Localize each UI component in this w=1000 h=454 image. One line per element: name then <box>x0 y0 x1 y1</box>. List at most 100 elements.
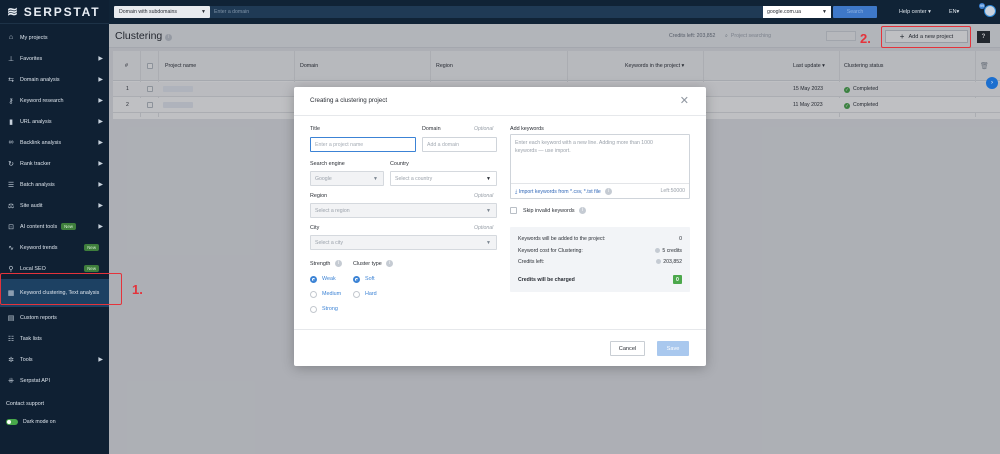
cancel-button[interactable]: Cancel <box>610 341 645 356</box>
search-engine-select[interactable]: Google ▼ <box>310 171 384 186</box>
charge-badge: 0 <box>673 275 682 284</box>
new-badge: New <box>84 244 99 251</box>
cluster-hard-radio[interactable] <box>353 291 360 298</box>
domain-icon: ⇆ <box>8 76 14 84</box>
save-button[interactable]: Save <box>657 341 689 356</box>
strength-weak-label[interactable]: Weak <box>322 276 336 282</box>
chevron-right-icon: ▶ <box>98 224 103 230</box>
strength-medium-radio[interactable] <box>310 291 317 298</box>
ai-icon: ⊡ <box>8 223 14 231</box>
city-select[interactable]: Select a city ▼ <box>310 235 497 250</box>
strength-label: Strength i <box>310 260 342 267</box>
info-icon[interactable]: i <box>386 260 394 267</box>
create-clustering-project-modal: Creating a clustering project ✕ Title Do… <box>294 87 706 366</box>
sidebar-item-backlink-analysis[interactable]: ∞ Backlink analysis ▶ <box>0 132 109 153</box>
stack-icon: ☰ <box>7 181 15 189</box>
info-icon[interactable]: i <box>579 207 587 214</box>
sidebar-item-ai-content-tools[interactable]: ⊡ AI content tools New ▶ <box>0 216 109 237</box>
country-label: Country <box>390 161 409 167</box>
skip-invalid-checkbox[interactable] <box>510 207 517 214</box>
sidebar-item-label: Local SEO <box>20 265 46 272</box>
strength-strong-radio[interactable] <box>310 306 317 313</box>
upload-icon: ⤓ <box>515 189 518 195</box>
chevron-right-icon: ▶ <box>98 140 103 146</box>
summary-keywords-added: Keywords will be added to the project: 0 <box>518 236 682 242</box>
scroll-arrow-icon[interactable]: › <box>986 77 998 89</box>
sidebar-nav: ⌂ My projects ⊥ Favorites ▶ ⇆ Domain ana… <box>0 24 109 391</box>
notification-badge: 99 <box>979 3 985 9</box>
info-icon[interactable]: i <box>334 260 342 267</box>
region-select[interactable]: Select a region ▼ <box>310 203 497 218</box>
serpstat-logo[interactable]: ≋ SERPSTAT <box>0 0 109 24</box>
city-placeholder: Select a city <box>315 239 343 246</box>
sidebar-item-label: Tools <box>20 356 33 363</box>
domain-mode-select[interactable]: Domain with subdomains ▼ <box>114 6 210 18</box>
cluster-hard-label[interactable]: Hard <box>365 291 377 297</box>
caret-down-icon: ▼ <box>486 239 491 246</box>
tracker-icon: ↻ <box>8 160 14 168</box>
sidebar-item-url-analysis[interactable]: ▮ URL analysis ▶ <box>0 111 109 132</box>
sidebar-item-favorites[interactable]: ⊥ Favorites ▶ <box>0 48 109 69</box>
language-select[interactable]: EN▾ <box>949 9 959 15</box>
project-domain-input[interactable] <box>422 137 497 152</box>
sidebar-item-label: Domain analysis <box>20 76 60 83</box>
dark-mode-toggle[interactable]: Dark mode on <box>6 419 56 425</box>
audit-icon: ⚖ <box>7 202 15 210</box>
optional-hint: Optional <box>474 193 494 199</box>
help-center-menu[interactable]: Help center ▾ <box>899 9 931 15</box>
sidebar-item-rank-tracker[interactable]: ↻ Rank tracker ▶ <box>0 153 109 174</box>
sidebar-item-label: URL analysis <box>20 118 52 125</box>
skip-invalid-label[interactable]: Skip invalid keywords i <box>523 207 587 214</box>
sidebar-item-my-projects[interactable]: ⌂ My projects <box>0 27 109 48</box>
contact-support-link[interactable]: Contact support <box>6 401 44 407</box>
strength-medium-label[interactable]: Medium <box>322 291 341 297</box>
search-engine-value: Google <box>315 175 332 182</box>
sidebar-item-task-lists[interactable]: ☷ Task lists <box>0 328 109 349</box>
sidebar-item-keyword-research[interactable]: ⚷ Keyword research ▶ <box>0 90 109 111</box>
strength-weak-radio[interactable] <box>310 276 317 283</box>
credit-icon <box>656 259 662 264</box>
trend-icon: ∿ <box>8 244 14 252</box>
search-button[interactable]: Search <box>833 6 877 18</box>
caret-down-icon: ▼ <box>201 9 206 15</box>
sidebar-item-batch-analysis[interactable]: ☰ Batch analysis ▶ <box>0 174 109 195</box>
strength-strong-label[interactable]: Strong <box>322 306 338 312</box>
cluster-soft-radio[interactable] <box>353 276 360 283</box>
summary-will-be-charged: Credits will be charged 0 <box>518 275 682 284</box>
sidebar-item-label: Batch analysis <box>20 181 55 188</box>
sidebar-item-domain-analysis[interactable]: ⇆ Domain analysis ▶ <box>0 69 109 90</box>
search-region-select[interactable]: google.com.ua ▼ <box>763 6 831 18</box>
caret-down-icon: ▼ <box>373 175 378 182</box>
sidebar-item-keyword-trends[interactable]: ∿ Keyword trends New <box>0 237 109 258</box>
region-value: google.com.ua <box>767 9 802 15</box>
project-title-input[interactable] <box>310 137 416 152</box>
domain-mode-value: Domain with subdomains <box>119 9 177 15</box>
sidebar-item-serpstat-api[interactable]: ⁜ Serpstat API <box>0 370 109 391</box>
search-engine-label: Search engine <box>310 161 345 167</box>
info-icon[interactable]: i <box>605 188 613 195</box>
divider <box>294 329 706 330</box>
cluster-soft-label[interactable]: Soft <box>365 276 375 282</box>
city-label: City <box>310 225 320 231</box>
top-search-bar: Domain with subdomains ▼ google.com.ua ▼… <box>109 0 1000 24</box>
sidebar-item-label: Task lists <box>20 335 42 342</box>
sidebar-item-site-audit[interactable]: ⚖ Site audit ▶ <box>0 195 109 216</box>
domain-search-input[interactable] <box>210 6 763 18</box>
sidebar-item-custom-reports[interactable]: ▤ Custom reports <box>0 307 109 328</box>
sidebar-item-label: Favorites <box>20 55 43 62</box>
annotation-step-1: 1. <box>132 282 143 297</box>
close-icon[interactable]: ✕ <box>680 94 689 107</box>
country-placeholder: Select a country <box>395 175 433 182</box>
sidebar-item-label: Site audit <box>20 202 43 209</box>
chevron-right-icon: ▶ <box>98 182 103 188</box>
home-icon: ⌂ <box>8 34 14 41</box>
import-keywords-link[interactable]: ⤓ Import keywords from *.csv, *.txt file… <box>515 188 613 196</box>
country-select[interactable]: Select a country ▼ <box>390 171 497 186</box>
domain-label: Domain <box>422 126 441 132</box>
keywords-textarea[interactable]: Enter each keyword with a new line. Addi… <box>510 134 690 199</box>
sidebar-item-tools[interactable]: ✲ Tools ▶ <box>0 349 109 370</box>
annotation-box-sidebar <box>0 273 122 305</box>
avatar[interactable] <box>984 5 996 17</box>
chevron-right-icon: ▶ <box>98 77 103 83</box>
title-label: Title <box>310 126 320 132</box>
